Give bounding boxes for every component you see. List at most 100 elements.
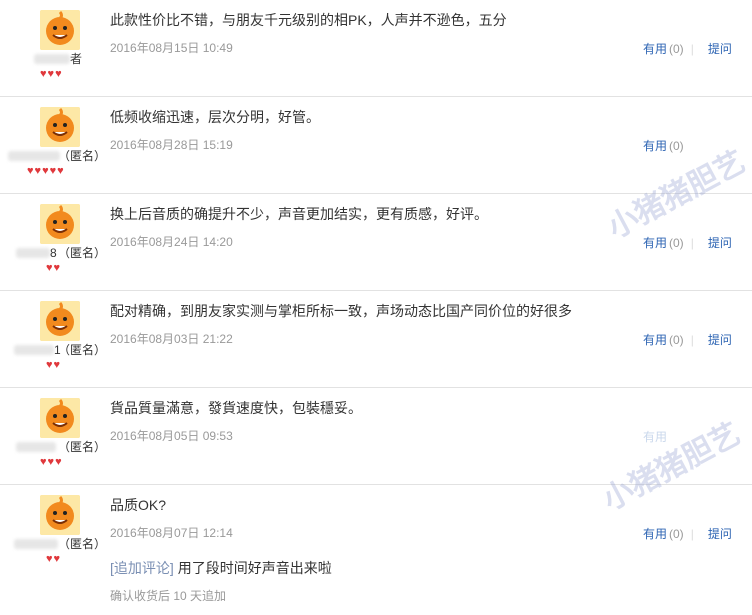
heart-icon: ♥ — [40, 456, 47, 468]
useful-count: (0) — [669, 42, 684, 56]
useful-button[interactable]: 有用 — [643, 42, 667, 56]
useful-count: (0) — [669, 139, 684, 153]
avatar[interactable] — [40, 301, 80, 341]
reviewer-level: ♥ ♥ — [46, 262, 60, 274]
append-time-note: 确认收货后 10 天追加 — [110, 589, 227, 603]
heart-icon: ♥ — [46, 359, 53, 371]
useful-count: (0) — [669, 236, 684, 250]
useful-button[interactable]: 有用 — [643, 430, 667, 444]
orange-mascot-avatar-icon — [40, 204, 80, 244]
user-suffix: 8 — [50, 246, 57, 260]
reviewer-level: ♥ ♥ ♥ — [40, 68, 62, 80]
anonymous-label: （匿名） — [58, 149, 107, 163]
avatar[interactable] — [40, 10, 80, 50]
heart-icon: ♥ — [53, 262, 61, 274]
avatar[interactable] — [40, 107, 80, 147]
review-list: 者 ♥ ♥ ♥ 此款性价比不错，与朋友千元级别的相PK，人声并不逊色，五分 20… — [0, 0, 752, 615]
review-content: 貨品質量滿意，發貨速度快，包裝穩妥。 — [110, 400, 362, 416]
reviewer-info: 者 ♥ ♥ ♥ — [0, 0, 110, 96]
heart-icon: ♥ — [46, 262, 53, 274]
reviewer-level: ♥ ♥ — [46, 553, 60, 565]
divider: | — [690, 42, 694, 56]
ask-button[interactable]: 提问 — [708, 527, 732, 541]
reviewer-level: ♥ ♥ ♥ ♥ ♥ — [27, 165, 64, 177]
useful-button[interactable]: 有用 — [643, 333, 667, 347]
orange-mascot-avatar-icon — [40, 10, 80, 50]
review-item: 1 （匿名） ♥ ♥ 配对精确，到朋友家实测与掌柜所标一致，声场动态比国产同价位… — [0, 291, 752, 388]
useful-count: (0) — [669, 333, 684, 347]
heart-icon: ♥ — [49, 165, 57, 177]
review-item: （匿名） ♥ ♥ 品质OK? 2016年08月07日 12:14 有用 (0) | 提… — [0, 485, 752, 615]
useful-button[interactable]: 有用 — [643, 527, 667, 541]
orange-mascot-avatar-icon — [40, 301, 80, 341]
review-date: 2016年08月03日 21:22 — [110, 332, 233, 346]
review-content: 配对精确，到朋友家实测与掌柜所标一致，声场动态比国产同价位的好很多 — [110, 303, 572, 319]
review-item: 者 ♥ ♥ ♥ 此款性价比不错，与朋友千元级别的相PK，人声并不逊色，五分 20… — [0, 0, 752, 97]
heart-icon: ♥ — [53, 359, 61, 371]
reviewer-info: 1 （匿名） ♥ ♥ — [0, 291, 110, 387]
review-item: 8 （匿名） ♥ ♥ 换上后音质的确提升不少，声音更加结实，更有质感，好评。 2… — [0, 194, 752, 291]
review-content: 换上后音质的确提升不少，声音更加结实，更有质感，好评。 — [110, 206, 488, 222]
review-actions: 有用 (0) — [643, 139, 684, 153]
appended-review: [追加评论] 用了段时间好声音出来啦 — [110, 559, 332, 577]
reviewer-name: 1 （匿名） — [0, 343, 110, 357]
ask-button[interactable]: 提问 — [708, 236, 732, 250]
anonymous-label: （匿名） — [58, 440, 107, 454]
avatar[interactable] — [40, 495, 80, 535]
heart-icon: ♥ — [55, 456, 62, 468]
reviewer-info: （匿名） ♥ ♥ — [0, 485, 110, 615]
review-item: （匿名） ♥ ♥ ♥ ♥ ♥ 低频收缩迅速，层次分明，好管。 2016年08月2… — [0, 97, 752, 194]
heart-icon: ♥ — [57, 165, 64, 177]
orange-mascot-avatar-icon — [40, 495, 80, 535]
reviewer-name: 8 （匿名） — [0, 246, 110, 260]
heart-icon: ♥ — [34, 165, 42, 177]
divider: | — [690, 527, 694, 541]
review-actions: 有用 (0) | 提问 — [643, 236, 732, 250]
review-item: （匿名） ♥ ♥ ♥ 貨品質量滿意，發貨速度快，包裝穩妥。 2016年08月05… — [0, 388, 752, 485]
ask-button[interactable]: 提问 — [708, 42, 732, 56]
reviewer-info: （匿名） ♥ ♥ ♥ — [0, 388, 110, 484]
review-date: 2016年08月07日 12:14 — [110, 526, 233, 540]
review-date: 2016年08月15日 10:49 — [110, 41, 233, 55]
review-content: 此款性价比不错，与朋友千元级别的相PK，人声并不逊色，五分 — [110, 12, 507, 28]
heart-icon: ♥ — [46, 553, 53, 565]
divider: | — [690, 236, 694, 250]
reviewer-level: ♥ ♥ — [46, 359, 60, 371]
review-date: 2016年08月24日 14:20 — [110, 235, 233, 249]
anonymous-label: （匿名） — [58, 537, 107, 551]
heart-icon: ♥ — [42, 165, 49, 177]
useful-button[interactable]: 有用 — [643, 236, 667, 250]
avatar[interactable] — [40, 398, 80, 438]
anonymous-label: （匿名） — [58, 246, 107, 260]
review-content: 低频收缩迅速，层次分明，好管。 — [110, 109, 320, 125]
heart-icon: ♥ — [47, 456, 55, 468]
reviewer-name: （匿名） — [0, 537, 110, 551]
avatar[interactable] — [40, 204, 80, 244]
review-date: 2016年08月28日 15:19 — [110, 138, 233, 152]
heart-icon: ♥ — [27, 165, 34, 177]
append-content: 用了段时间好声音出来啦 — [177, 560, 332, 576]
ask-button[interactable]: 提问 — [708, 333, 732, 347]
review-content: 品质OK? — [110, 497, 167, 513]
heart-icon: ♥ — [47, 68, 55, 80]
review-actions: 有用 — [643, 430, 667, 444]
review-actions: 有用 (0) | 提问 — [643, 333, 732, 347]
orange-mascot-avatar-icon — [40, 398, 80, 438]
review-date: 2016年08月05日 09:53 — [110, 429, 233, 443]
heart-icon: ♥ — [55, 68, 62, 80]
reviewer-name: （匿名） — [0, 149, 110, 163]
user-suffix: 者 — [70, 52, 83, 66]
review-actions: 有用 (0) | 提问 — [643, 42, 732, 56]
reviewer-name: （匿名） — [0, 440, 110, 454]
reviewer-info: （匿名） ♥ ♥ ♥ ♥ ♥ — [0, 97, 110, 193]
reviewer-info: 8 （匿名） ♥ ♥ — [0, 194, 110, 290]
reviewer-level: ♥ ♥ ♥ — [40, 456, 62, 468]
reviewer-name: 者 — [0, 52, 110, 66]
heart-icon: ♥ — [40, 68, 47, 80]
heart-icon: ♥ — [53, 553, 61, 565]
anonymous-label: （匿名） — [58, 343, 107, 357]
append-tag: [追加评论] — [110, 560, 174, 576]
useful-count: (0) — [669, 527, 684, 541]
useful-button[interactable]: 有用 — [643, 139, 667, 153]
divider: | — [690, 333, 694, 347]
